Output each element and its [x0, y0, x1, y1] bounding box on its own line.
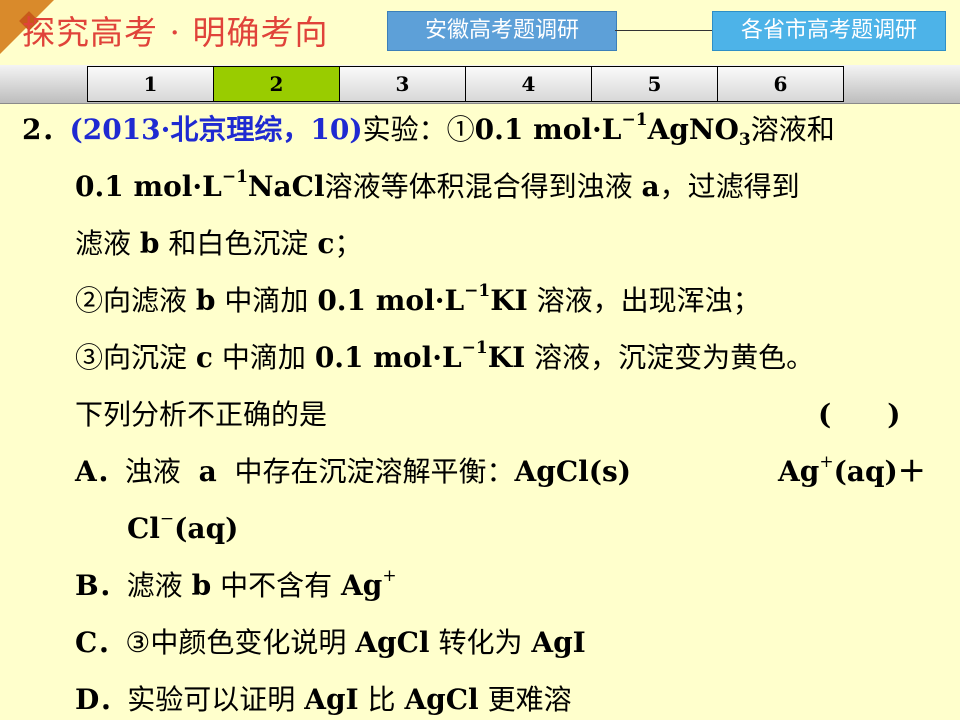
tab-1[interactable]: 1	[87, 66, 214, 102]
question-text: ，过滤得到	[659, 170, 800, 203]
option-label: A．	[75, 455, 125, 488]
option-c: C．③中颜色变化说明 AgCl 转化为 AgI	[75, 625, 586, 661]
tab-4[interactable]: 4	[465, 66, 592, 102]
question-text: 溶液，出现浑浊；	[536, 284, 761, 317]
label-b: b	[195, 284, 216, 317]
superscript: −1	[621, 110, 648, 130]
option-a-continued: Cl−(aq)	[127, 511, 238, 547]
header-bar: 探究高考 · 明确考向 安徽高考题调研 各省市高考题调研	[0, 0, 960, 58]
superscript: −1	[461, 338, 488, 358]
formula: (aq)＋	[833, 455, 926, 488]
question-line: ③向沉淀 c 中滴加 0.1 mol·L−1KI 溶液，沉淀变为黄色。	[75, 340, 814, 376]
option-text: 实验可以证明	[127, 683, 296, 716]
option-text: ③中颜色变化说明	[125, 626, 347, 659]
answer-bracket: ( )	[818, 398, 901, 431]
concentration: 0.1 mol·L	[317, 284, 465, 317]
subscript: 3	[738, 130, 751, 150]
option-d: D．实验可以证明 AgI 比 AgCl 更难溶	[75, 682, 572, 718]
formula: AgI	[531, 626, 586, 659]
concentration: 0.1 mol·L	[314, 341, 462, 374]
option-a: A．浊液 a 中存在沉淀溶解平衡：AgCl(s)	[75, 454, 631, 490]
label-b: b	[191, 569, 212, 602]
question-text: ③向沉淀	[75, 341, 188, 374]
question-text: ；	[334, 227, 363, 260]
option-text: 比	[367, 683, 396, 716]
option-a-product: Ag+(aq)＋	[778, 454, 926, 490]
option-text: 中不含有	[220, 569, 333, 602]
option-label: D．	[75, 683, 128, 716]
label-c: c	[195, 341, 213, 374]
anhui-exam-research-button[interactable]: 安徽高考题调研	[387, 11, 617, 51]
superscript: −1	[221, 167, 248, 187]
divider-line	[615, 30, 712, 31]
concentration: 0.1 mol·L	[75, 170, 222, 203]
tab-5[interactable]: 5	[591, 66, 718, 102]
option-label: B．	[75, 569, 127, 602]
formula: AgI	[304, 683, 359, 716]
label-c: c	[317, 227, 335, 260]
question-text: 溶液，沉淀变为黄色。	[534, 341, 815, 374]
option-text: 浊液	[124, 455, 181, 488]
option-text: 中存在沉淀溶解平衡：	[234, 455, 515, 488]
question-line: 0.1 mol·L−1NaCl溶液等体积混合得到浊液 a，过滤得到	[75, 169, 800, 205]
option-text: 滤液	[126, 569, 183, 602]
formula: KI	[490, 284, 528, 317]
concentration: 0.1 mol·L	[474, 113, 622, 146]
option-label: C．	[75, 626, 126, 659]
question-line: ②向滤液 b 中滴加 0.1 mol·L−1KI 溶液，出现浑浊；	[75, 283, 761, 319]
tab-6[interactable]: 6	[717, 66, 844, 102]
page-title: 探究高考 · 明确考向	[22, 13, 329, 52]
question-line: 滤液 b 和白色沉淀 c；	[75, 226, 362, 262]
question-text: 溶液和	[750, 113, 835, 146]
label-b: b	[139, 227, 160, 260]
question-source: (2013·北京理综，10)	[69, 113, 363, 146]
formula: NaCl	[247, 170, 325, 203]
question-text: 滤液	[75, 227, 132, 260]
tab-3[interactable]: 3	[339, 66, 466, 102]
formula: AgNO	[647, 113, 739, 146]
formula: AgCl	[355, 626, 430, 659]
superscript: −1	[464, 281, 491, 301]
formula: AgCl(s)	[514, 455, 632, 488]
label-a: a	[198, 455, 217, 488]
question-tabs: 1 2 3 4 5 6	[87, 66, 844, 102]
option-b: B．滤液 b 中不含有 Ag+	[75, 568, 397, 604]
formula: Ag	[341, 569, 383, 602]
provinces-exam-research-button[interactable]: 各省市高考题调研	[712, 11, 946, 51]
question-text: 和白色沉淀	[168, 227, 309, 260]
formula: KI	[487, 341, 526, 374]
tab-2[interactable]: 2	[213, 66, 340, 102]
option-text: 转化为	[438, 626, 523, 659]
formula: Cl	[127, 512, 160, 545]
superscript: +	[382, 566, 397, 586]
formula: AgCl	[404, 683, 479, 716]
question-text: ②向滤液	[75, 284, 188, 317]
superscript: −	[159, 509, 175, 529]
superscript: +	[819, 452, 834, 472]
question-text: 中滴加	[224, 284, 309, 317]
question-text: 中滴加	[221, 341, 306, 374]
option-text: 更难溶	[487, 683, 572, 716]
question-content: 2．(2013·北京理综，10)实验：①0.1 mol·L−1AgNO3溶液和 …	[0, 106, 960, 720]
formula: (aq)	[174, 512, 239, 545]
question-line: 下列分析不正确的是	[75, 397, 327, 433]
formula: Ag	[778, 455, 820, 488]
question-text: 溶液等体积混合得到浊液	[324, 170, 633, 203]
question-line: 2．(2013·北京理综，10)实验：①0.1 mol·L−1AgNO3溶液和	[22, 110, 835, 150]
question-text: 下列分析不正确的是	[75, 398, 328, 431]
question-text: 实验：①	[362, 113, 475, 146]
label-a: a	[641, 170, 660, 203]
question-number: 2．	[22, 113, 70, 146]
